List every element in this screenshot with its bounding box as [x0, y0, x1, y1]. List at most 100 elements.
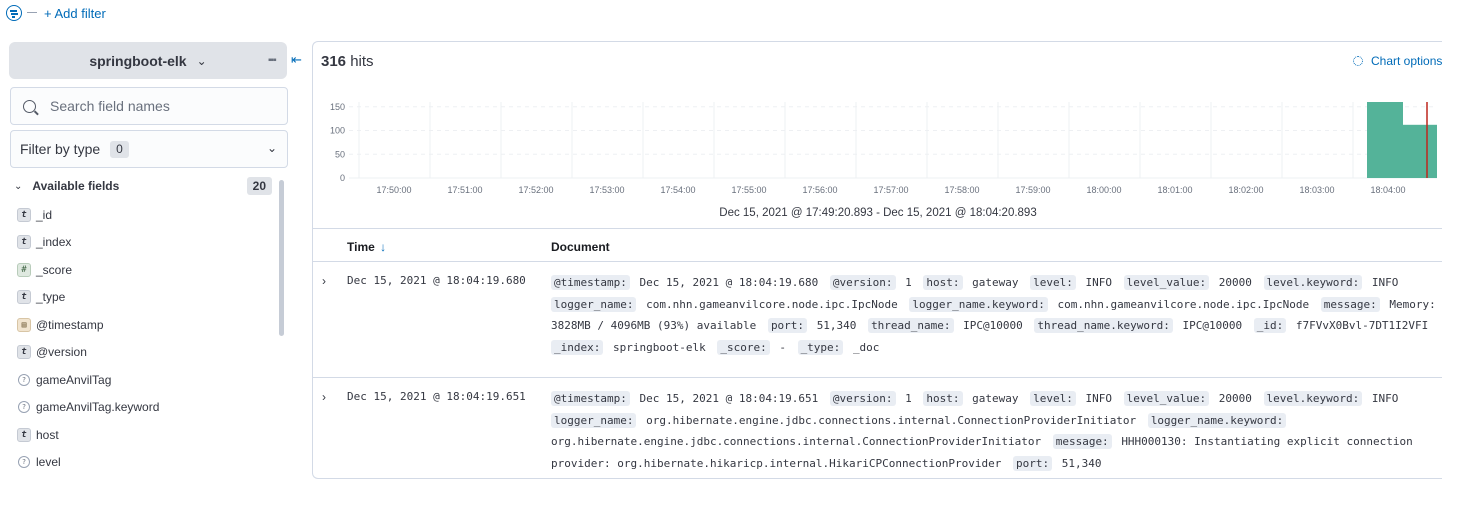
field-value: _doc: [852, 341, 880, 355]
available-fields-header[interactable]: ⌄ Available fields 20: [14, 177, 272, 195]
hits-counter: 316 hits: [321, 53, 374, 70]
field-name: _type: [36, 290, 66, 305]
field-item[interactable]: t _index: [17, 229, 267, 257]
string-field-type-icon: t: [17, 427, 31, 442]
field-item[interactable]: t @version: [17, 339, 267, 367]
field-value: Dec 15, 2021 @ 18:04:19.680: [639, 276, 819, 289]
field-value: 20000: [1218, 392, 1252, 405]
field-name: @version: [36, 345, 87, 360]
hits-label: hits: [350, 53, 374, 70]
field-value: 51,340: [1061, 457, 1102, 471]
field-name: gameAnvilTag: [36, 372, 112, 387]
field-list: t _id t _index # _score t _type ▤ @timestamp t @ver…: [17, 201, 267, 476]
histogram-chart[interactable]: 150 100 50 0 17:50:00 17:51:00 17:52:00 17:53:0…: [313, 92, 1442, 202]
y-tick-label: 50: [335, 149, 345, 159]
field-key: level:: [1030, 275, 1076, 290]
field-key: level.keyword:: [1263, 275, 1363, 290]
string-field-type-icon: t: [17, 290, 31, 305]
x-tick-label: 17:55:00: [731, 185, 766, 195]
chevron-down-icon: ⌄: [14, 180, 23, 192]
x-tick-label: 17:52:00: [518, 185, 553, 195]
field-key: @version:: [829, 391, 896, 406]
field-value: INFO: [1085, 276, 1113, 289]
field-value: f7FVvX0Bvl-7DT1I2VFI: [1295, 319, 1429, 333]
field-key: _type:: [797, 340, 844, 356]
string-field-type-icon: t: [17, 345, 31, 360]
field-item[interactable]: ? gameAnvilTag: [17, 366, 267, 394]
field-value: org.hibernate.engine.jdbc.connections.in…: [646, 413, 1137, 427]
field-search-input[interactable]: [50, 98, 270, 114]
time-range-label: Dec 15, 2021 @ 17:49:20.893 - Dec 15, 20…: [719, 207, 1037, 219]
index-pattern-name: springboot-elk: [89, 52, 187, 69]
available-fields-label: Available fields: [32, 179, 120, 193]
field-value: 1: [905, 392, 912, 405]
unknown-field-type-icon: ?: [18, 456, 30, 469]
field-item[interactable]: ? level: [17, 449, 267, 477]
sidebar-scrollbar[interactable]: [279, 180, 284, 336]
field-item[interactable]: # _score: [17, 256, 267, 284]
filter-by-type-button[interactable]: Filter by type 0 ⌄: [10, 130, 288, 168]
chevron-down-icon: ⌄: [266, 141, 277, 155]
field-key: @timestamp:: [551, 391, 630, 406]
field-value: 1: [905, 276, 912, 289]
field-item[interactable]: ▤ @timestamp: [17, 311, 267, 339]
field-value: 20000: [1218, 276, 1252, 289]
x-tick-label: 18:03:00: [1299, 185, 1334, 195]
field-key: level_value:: [1123, 275, 1210, 290]
x-tick-label: 18:04:00: [1370, 185, 1405, 195]
y-tick-label: 150: [330, 102, 345, 112]
field-value: INFO: [1085, 392, 1113, 405]
chevron-down-icon: ⌄: [196, 53, 207, 68]
x-tick-label: 17:57:00: [873, 185, 908, 195]
field-item[interactable]: ? gameAnvilTag.keyword: [17, 394, 267, 422]
field-value: org.hibernate.engine.jdbc.connections.in…: [551, 435, 1042, 449]
field-key: logger_name.keyword:: [909, 296, 1048, 312]
x-tick-label: 18:01:00: [1157, 185, 1192, 195]
index-pattern-selector[interactable]: springboot-elk ⌄: [9, 42, 287, 79]
field-key: host:: [923, 275, 963, 290]
field-value: INFO: [1371, 392, 1399, 405]
date-field-type-icon: ▤: [17, 317, 31, 332]
field-value: com.nhn.gameanvilcore.node.ipc.IpcNode: [646, 297, 898, 311]
hits-count: 316: [321, 53, 347, 70]
unknown-field-type-icon: ?: [18, 401, 30, 414]
field-value: INFO: [1371, 276, 1399, 289]
x-tick-label: 17:53:00: [589, 185, 624, 195]
field-key: logger_name.keyword:: [1147, 412, 1287, 428]
add-filter-link[interactable]: + Add filter: [44, 6, 106, 21]
field-key: thread_name:: [868, 318, 954, 334]
field-item[interactable]: t host: [17, 421, 267, 449]
number-field-type-icon: #: [17, 262, 31, 277]
field-item[interactable]: t _id: [17, 201, 267, 229]
string-field-type-icon: t: [17, 207, 31, 222]
results-panel: 316 hits Chart options 150 100 50 0 17:50:00…: [312, 41, 1442, 479]
time-column-header[interactable]: Time ↓: [347, 240, 386, 254]
document-summary: @timestamp: Dec 15, 2021 @ 18:04:19.651 …: [551, 388, 1436, 475]
y-tick-label: 100: [330, 126, 345, 136]
field-item[interactable]: t _type: [17, 284, 267, 312]
field-name: gameAnvilTag.keyword: [36, 400, 160, 415]
field-key: level_value:: [1123, 391, 1210, 406]
field-name: level: [36, 455, 61, 470]
options-icon[interactable]: ▪▪▪: [268, 55, 277, 66]
x-tick-label: 17:51:00: [447, 185, 482, 195]
sort-desc-icon[interactable]: ↓: [380, 240, 386, 254]
field-value: springboot-elk: [612, 341, 706, 355]
table-row: › Dec 15, 2021 @ 18:04:19.680 @timestamp: …: [313, 262, 1442, 378]
histogram-bar: [1367, 102, 1403, 178]
field-value: 51,340: [816, 319, 857, 333]
collapse-sidebar-icon[interactable]: ⇤: [291, 52, 302, 68]
y-tick-label: 0: [340, 173, 345, 183]
available-fields-count: 20: [246, 177, 272, 195]
field-value: gateway: [972, 392, 1019, 405]
chart-options-label: Chart options: [1371, 54, 1442, 68]
expand-row-icon[interactable]: ›: [322, 390, 326, 404]
field-key: logger_name:: [551, 296, 637, 312]
filter-icon[interactable]: [6, 5, 22, 21]
expand-row-icon[interactable]: ›: [322, 274, 326, 288]
row-timestamp: Dec 15, 2021 @ 18:04:19.680: [347, 274, 526, 287]
field-search-box: [10, 87, 288, 125]
string-field-type-icon: t: [17, 235, 31, 250]
chart-options-button[interactable]: Chart options: [1353, 54, 1442, 68]
filter-separator: [27, 12, 37, 13]
